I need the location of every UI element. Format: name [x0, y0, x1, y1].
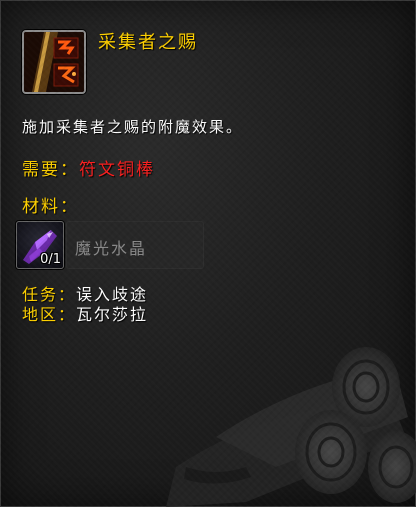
material-name: 魔光水晶 — [75, 239, 148, 258]
zone-value: 瓦尔莎拉 — [76, 305, 149, 324]
item-title: 采集者之赐 — [98, 32, 198, 53]
runed-rod-icon — [22, 30, 86, 94]
material-slot[interactable]: 0/1 魔光水晶 — [14, 219, 204, 271]
scroll-bundle-decoration — [166, 347, 416, 507]
material-name-box: 魔光水晶 — [66, 221, 204, 269]
requirement-line: 需要：符文铜棒 — [22, 155, 155, 180]
tooltip-panel: 采集者之赐 施加采集者之赐的附魔效果。 需要：符文铜棒 材料： 0/1 魔光水晶… — [0, 0, 416, 507]
zone-label: 地区： — [22, 305, 77, 324]
purple-crystal-icon[interactable]: 0/1 — [16, 221, 64, 269]
item-description: 施加采集者之赐的附魔效果。 — [22, 118, 244, 136]
materials-label: 材料： — [22, 197, 79, 217]
requirement-label: 需要： — [22, 160, 79, 180]
zone-line: 地区：瓦尔莎拉 — [22, 301, 148, 325]
material-count: 0/1 — [40, 252, 61, 267]
requirement-value: 符文铜棒 — [79, 160, 155, 180]
